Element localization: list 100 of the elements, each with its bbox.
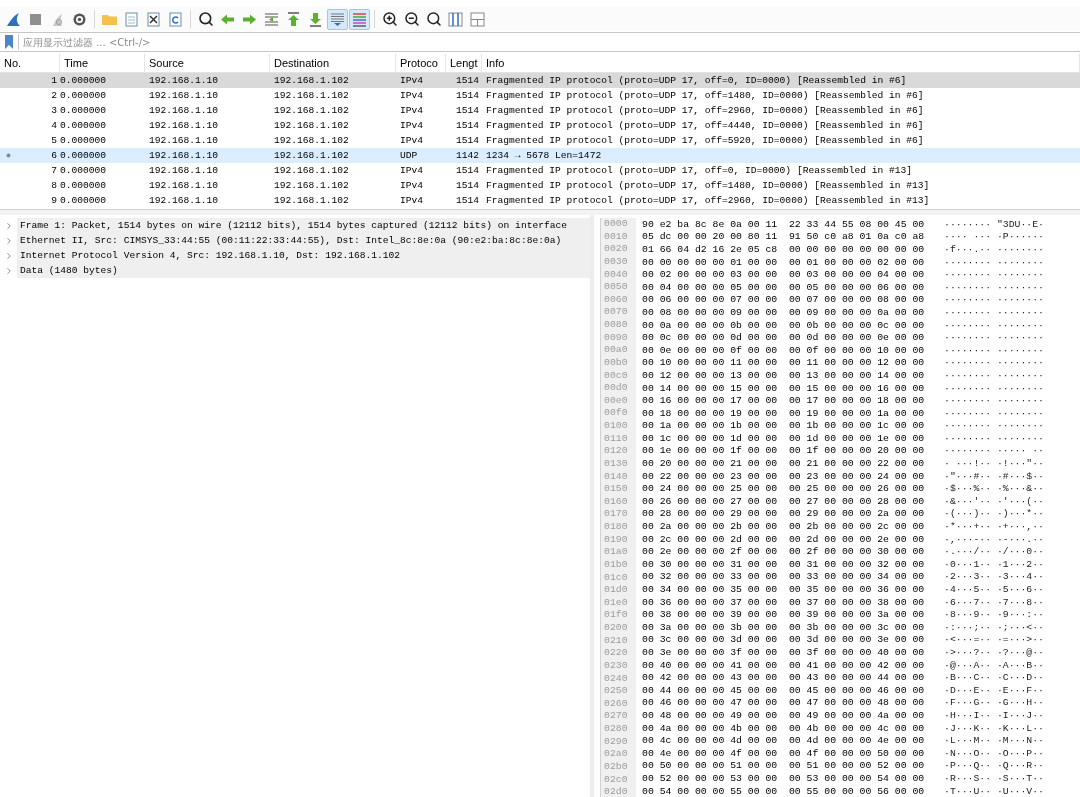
table-cell-text: 1142 — [454, 150, 480, 161]
hex-offset: 02d0 — [603, 786, 629, 797]
table-cell-text: 1514 — [454, 180, 480, 191]
ascii-text: ·0···1·· ·1···2·· — [944, 558, 1044, 570]
table-cell-text: 192.168.1.102 — [273, 75, 350, 86]
tree-item[interactable]: Internet Protocol Version 4, Src: 192.168.1.10, Dst: 192.168.1.102 — [17, 248, 590, 263]
hex-offset: 00c0 — [603, 369, 629, 383]
table-cell-text: 0.000000 — [60, 90, 108, 101]
hex-bytes: 01 66 04 d2 16 2e 05 c8 00 00 00 00 00 00 00 00 — [642, 244, 926, 255]
table-cell-text: 192.168.1.10 — [148, 120, 220, 131]
ascii-text: ·T···U·· ·U···V·· — [944, 785, 1044, 797]
hex-offset: 0250 — [603, 685, 629, 698]
packet-row[interactable]: 1 0.000000 192.168.1.10 192.168.1.102 IPv4 1514 Fragmented IP protocol (proto=UDP 17, off=0, ID=0000) [Reassembled in #6] — [0, 73, 1080, 88]
hex-offset: 02b0 — [603, 760, 629, 774]
hex-bytes: 00 06 00 00 00 07 00 00 00 07 00 00 00 08 00 00 — [642, 294, 926, 306]
hex-bytes: 00 4a 00 00 00 4b 00 00 00 4b 00 00 00 4c 00 00 — [642, 722, 926, 734]
hex-offset: 00b0 — [603, 356, 629, 370]
table-cell-text: Fragmented IP protocol (proto=UDP 17, off=1480, ID=0000) [Reassembled in #6] — [485, 90, 925, 101]
table-cell-text: Fragmented IP protocol (proto=UDP 17, off=4440, ID=0000) [Reassembled in #6] — [485, 120, 925, 131]
hex-bytes: 00 44 00 00 00 45 00 00 00 45 00 00 00 46 00 00 — [642, 684, 926, 696]
ascii-text: ········ ····· ·· — [944, 445, 1044, 457]
hex-bytes: 00 4e 00 00 00 4f 00 00 00 4f 00 00 00 50 00 00 — [642, 747, 926, 759]
hex-offset: 0100 — [603, 420, 629, 433]
hex-offset: 0220 — [603, 647, 629, 660]
hex-bytes: 00 42 00 00 00 43 00 00 00 43 00 00 00 44 00 00 — [642, 672, 926, 684]
hex-offset: 0290 — [603, 735, 629, 749]
table-cell-text: IPv4 — [399, 105, 425, 116]
hex-offset: 0140 — [603, 470, 629, 484]
hex-bytes: 00 2e 00 00 00 2f 00 00 00 2f 00 00 00 30 00 00 — [642, 546, 926, 558]
hex-bytes: 00 04 00 00 00 05 00 00 00 05 00 00 00 06 00 00 — [642, 281, 926, 293]
table-cell: 8 — [51, 180, 57, 191]
hex-bytes: 00 32 00 00 00 33 00 00 00 33 00 00 00 34 00 00 — [642, 571, 926, 583]
table-cell-text: 1514 — [454, 120, 480, 131]
hex-offset: 01d0 — [603, 584, 629, 597]
ascii-text: ········ ········ — [944, 395, 1044, 407]
shark-fin-icon — [5, 10, 22, 28]
ascii-text: ·8···9·· ·9···:·· — [944, 609, 1044, 621]
table-cell-text: 1514 — [454, 165, 480, 176]
hex-bytes: 00 4c 00 00 00 4d 00 00 00 4d 00 00 00 4e 00 00 — [642, 735, 926, 747]
hex-offset: 0260 — [603, 697, 629, 711]
hex-bytes: 00 1a 00 00 00 1b 00 00 00 1b 00 00 00 1c 00 00 — [642, 420, 926, 432]
hex-bytes: 00 10 00 00 00 11 00 00 00 11 00 00 00 12 00 00 — [642, 357, 926, 369]
column-header[interactable]: Info — [482, 54, 1080, 72]
hex-bytes: 00 08 00 00 00 09 00 00 00 09 00 00 00 0a 00 00 — [642, 306, 926, 318]
hex-offset: 0000 — [603, 218, 629, 231]
hex-bytes: 90 e2 ba 8c 8e 0a 00 11 22 33 44 55 08 00 45 00 — [642, 218, 926, 230]
table-cell-text: IPv4 — [399, 90, 425, 101]
column-header[interactable]: Destination — [270, 54, 396, 72]
hex-offset: 01f0 — [603, 609, 629, 622]
hex-offset: 0150 — [603, 483, 629, 496]
hex-bytes: 00 20 00 00 00 21 00 00 00 21 00 00 00 22 00 00 — [642, 458, 926, 470]
hex-offset: 0040 — [603, 268, 629, 282]
hex-bytes: 00 12 00 00 00 13 00 00 00 13 00 00 00 14 00 00 — [642, 369, 926, 381]
table-cell-text: 0.000000 — [60, 75, 108, 86]
column-header[interactable]: Time — [60, 54, 145, 72]
hex-bytes: 00 0a 00 00 00 0b 00 00 00 0b 00 00 00 0c 00 00 — [642, 319, 926, 331]
hex-offset: 0170 — [603, 508, 629, 521]
table-cell-text: 1514 — [454, 105, 480, 116]
table-cell-text: 192.168.1.10 — [148, 135, 220, 146]
ascii-text: ·(···)·· ·)···*·· — [944, 508, 1044, 520]
hex-bytes: 00 2a 00 00 00 2b 00 00 00 2b 00 00 00 2c 00 00 — [642, 521, 926, 533]
ascii-text: ·J···K·· ·K···L·· — [944, 722, 1044, 734]
hex-offset: 0240 — [603, 672, 629, 686]
table-cell-text: 0.000000 — [60, 180, 108, 191]
hex-bytes: 00 3e 00 00 00 3f 00 00 00 3f 00 00 00 40 00 00 — [642, 647, 926, 658]
bookmark-icon[interactable] — [4, 35, 14, 49]
zoom-in-icon — [381, 11, 398, 27]
tree-item[interactable]: Frame 1: Packet, 1514 bytes on wire (12112 bits), 1514 bytes captured (12112 bits) on interface — [17, 218, 590, 233]
ascii-text: ·N···O·· ·O···P·· — [944, 747, 1044, 759]
file-icon — [123, 10, 140, 28]
ascii-text: ·2···3·· ·3···4·· — [944, 571, 1044, 583]
table-cell-text: 192.168.1.102 — [273, 150, 350, 161]
lines-icon — [329, 10, 346, 28]
ascii-text: ········ ········ — [944, 382, 1044, 394]
hex-offset: 0070 — [603, 306, 629, 319]
ascii-text: ········ ········ — [944, 369, 1044, 381]
column-header[interactable]: Lengt — [446, 54, 482, 72]
column-header[interactable]: Source — [145, 54, 270, 72]
hex-offset: 02c0 — [603, 773, 629, 787]
table-cell-text: 0.000000 — [60, 165, 108, 176]
table-cell-text: 192.168.1.102 — [273, 120, 350, 131]
column-header[interactable]: Protoco — [396, 54, 446, 72]
tree-item[interactable]: Data (1480 bytes) — [17, 263, 590, 278]
table-cell-text: 1514 — [454, 75, 480, 86]
packet-row[interactable]: 6 0.000000 192.168.1.10 192.168.1.102 UDP 1142 1234 → 5678 Len=1472 — [0, 148, 1080, 163]
table-cell-text: UDP — [399, 150, 419, 161]
colorize-button[interactable] — [349, 8, 370, 30]
columns-icon — [447, 10, 464, 28]
column-header[interactable]: No. — [0, 54, 60, 72]
hex-bytes: 00 18 00 00 00 19 00 00 00 19 00 00 00 1a 00 00 — [642, 407, 926, 419]
autoscroll-button[interactable] — [327, 8, 348, 30]
ascii-text: ·,···-·· ·-···.·· — [944, 533, 1044, 545]
table-cell-text: 192.168.1.102 — [273, 105, 350, 116]
ascii-text: ·F···G·· ·G···H·· — [944, 697, 1044, 709]
hex-bytes: 00 16 00 00 00 17 00 00 00 17 00 00 00 18 00 00 — [642, 395, 926, 407]
hex-offset: 0050 — [603, 281, 629, 294]
table-cell-text: IPv4 — [399, 135, 425, 146]
table-cell: 4 — [51, 120, 57, 131]
jump-icon — [263, 10, 280, 28]
tree-item[interactable]: Ethernet II, Src: CIMSYS_33:44:55 (00:11:22:33:44:55), Dst: Intel_8c:8e:0a (90:e2:ba:8c:8e:0a) — [17, 233, 590, 248]
